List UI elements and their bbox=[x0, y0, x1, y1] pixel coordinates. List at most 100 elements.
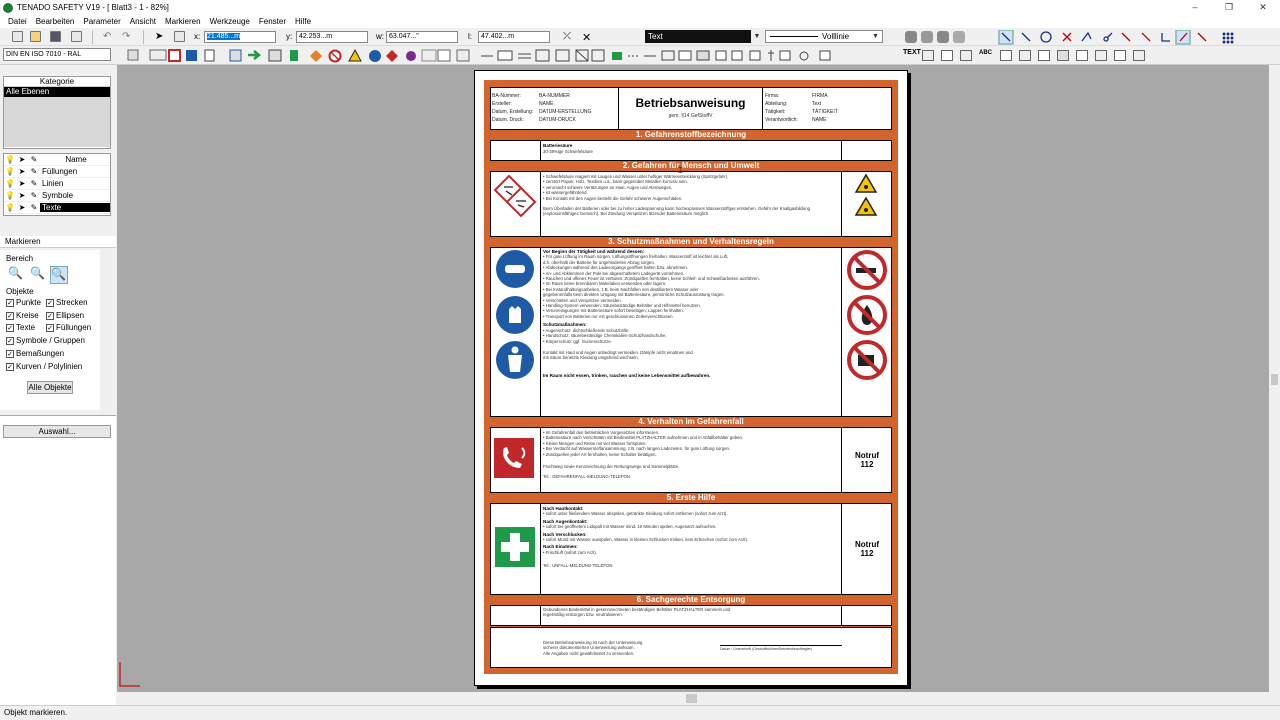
layer-panel: 💡 ➤ ✎ Name 💡 ➤ ✎ Füllungen 💡 ➤ ✎ Linien 💡 ➤ ✎ Symbol… bbox=[3, 153, 111, 216]
menu-bearbeiten[interactable]: Bearbeiten bbox=[36, 17, 75, 26]
menu-ansicht[interactable]: Ansicht bbox=[130, 17, 156, 26]
menu-datei[interactable]: Datei bbox=[8, 17, 27, 26]
alle-objekte-button[interactable]: Alle Objekte bbox=[27, 381, 73, 394]
group-icon[interactable] bbox=[905, 31, 917, 43]
abc-icon[interactable]: ABC bbox=[979, 50, 993, 61]
mandatory-frame-icon bbox=[186, 50, 197, 61]
x-label: x: bbox=[194, 32, 201, 41]
option-symbole-gruppen[interactable]: ✓ Symbole / Gruppen bbox=[6, 336, 85, 345]
betriebsanweisung-document[interactable]: BA-Nummer: BA-NUMMER Ersteller: NAME Datum… bbox=[484, 80, 898, 674]
paragraph-icon[interactable] bbox=[960, 49, 972, 61]
block-icon[interactable] bbox=[937, 31, 949, 43]
notruf-box-1: Notruf 112 bbox=[855, 451, 879, 469]
x-coordinate-input[interactable]: 21.485...m bbox=[204, 31, 276, 43]
y-coordinate-input[interactable]: 42.253...m bbox=[296, 31, 368, 43]
markieren-tab[interactable]: Markieren bbox=[0, 236, 116, 248]
horizontal-scrollbar[interactable] bbox=[116, 692, 1269, 705]
dim4-icon[interactable] bbox=[1076, 49, 1088, 61]
layer-row[interactable]: 💡 ➤ ✎ Linien bbox=[4, 178, 110, 190]
visibility-icon: 💡 bbox=[5, 191, 15, 200]
grid-tool-icon[interactable] bbox=[1222, 32, 1234, 44]
minimize-button[interactable]: – bbox=[1178, 2, 1212, 13]
no-food-icon bbox=[847, 340, 887, 380]
status-bar: Objekt markieren. bbox=[0, 705, 1280, 720]
dim2-icon[interactable] bbox=[1038, 49, 1050, 61]
cloud-tools bbox=[905, 31, 969, 43]
new-file-icon[interactable] bbox=[12, 31, 23, 42]
select-area-icon[interactable] bbox=[174, 31, 185, 42]
cancel-input-icon[interactable]: ✕ bbox=[582, 31, 593, 44]
option-fuellungen[interactable]: ✓ Füllungen bbox=[46, 323, 91, 332]
menu-fenster[interactable]: Fenster bbox=[259, 17, 286, 26]
round-icon bbox=[799, 51, 809, 61]
mirror-tool-icon bbox=[1197, 32, 1207, 42]
layer-row[interactable]: 💡 ➤ ✎ Füllungen bbox=[4, 166, 110, 178]
substance-name: Batteriesäure bbox=[543, 143, 573, 148]
save-icon[interactable] bbox=[50, 31, 61, 42]
redo-icon[interactable]: ↷ bbox=[122, 31, 133, 42]
auswahl-button[interactable]: Auswahl... bbox=[3, 425, 111, 438]
menu-werkzeuge[interactable]: Werkzeuge bbox=[210, 17, 250, 26]
dim3-icon[interactable] bbox=[1057, 49, 1069, 61]
explode-icon[interactable] bbox=[953, 31, 965, 43]
document-icon bbox=[204, 49, 215, 62]
warning-corrosive-icon bbox=[854, 173, 878, 193]
symbol-library-icon bbox=[127, 49, 139, 61]
trim-tool-icon bbox=[1121, 32, 1131, 42]
auswahl-panel bbox=[0, 415, 116, 705]
layer-row[interactable]: 💡 ➤ ✎ Symbole bbox=[4, 190, 110, 202]
dim5-icon[interactable] bbox=[1095, 49, 1107, 61]
edit-icon: ✎ bbox=[30, 191, 38, 200]
vscroll-thumb[interactable] bbox=[1271, 374, 1278, 385]
line-style-label: Volllinie bbox=[822, 32, 850, 41]
text-box-icon[interactable] bbox=[941, 49, 953, 61]
dimension-icon[interactable] bbox=[1019, 49, 1031, 61]
vertical-scrollbar[interactable] bbox=[1269, 65, 1280, 692]
dim7-icon[interactable] bbox=[1133, 49, 1145, 61]
select-cursor-icon[interactable]: ➤ bbox=[155, 31, 166, 42]
layer-row-selected[interactable]: 💡 ➤ ✎ Texte bbox=[4, 202, 110, 214]
ungroup-icon[interactable] bbox=[921, 31, 933, 43]
obj-icon bbox=[661, 50, 675, 61]
undo-icon[interactable]: ↶ bbox=[103, 31, 114, 42]
select-window-icon[interactable]: 🔍 bbox=[30, 266, 46, 282]
green-box-icon bbox=[612, 52, 622, 60]
line2-tool-icon bbox=[1021, 32, 1031, 42]
right-toolbar-2: ABC bbox=[922, 48, 1262, 62]
close-button[interactable]: ✕ bbox=[1246, 2, 1280, 13]
maximize-button[interactable]: ❐ bbox=[1212, 2, 1246, 13]
select-cross-icon[interactable]: 🔍 bbox=[50, 266, 68, 284]
open-folder-icon[interactable] bbox=[30, 31, 41, 42]
dim6-icon[interactable] bbox=[1114, 49, 1126, 61]
text-style-select[interactable]: Text ▼ bbox=[645, 30, 763, 43]
option-punkte[interactable]: ✓ Punkte bbox=[6, 298, 41, 307]
text-frame-icon[interactable] bbox=[922, 49, 934, 61]
option-texte[interactable]: ✓ Texte bbox=[6, 323, 35, 332]
select-point-icon[interactable]: 🔍 bbox=[8, 266, 24, 282]
option-bemassungen[interactable]: ✓ Bemaßungen bbox=[6, 349, 64, 358]
option-kreise[interactable]: ✓ Kreise bbox=[6, 311, 39, 320]
section-6-heading: 6. Sachgerechte Entsorgung bbox=[636, 595, 746, 604]
table3-icon[interactable] bbox=[1000, 49, 1012, 61]
length-input[interactable]: 47.402...m bbox=[478, 31, 550, 43]
option-ellipsen[interactable]: ✓ Ellipsen bbox=[46, 311, 84, 320]
norm-select[interactable]: DIN EN ISO 7010 - RAL bbox=[3, 48, 111, 61]
device4-icon bbox=[779, 50, 791, 61]
hscroll-thumb[interactable] bbox=[686, 694, 697, 703]
visibility-icon: 💡 bbox=[5, 203, 15, 212]
option-kurven-polylinien[interactable]: ✓ Kurven / Polylinien bbox=[6, 362, 82, 371]
print-icon[interactable] bbox=[71, 31, 82, 42]
edit-icon: ✎ bbox=[30, 167, 38, 176]
constrain-icon[interactable]: ⤫ bbox=[563, 31, 574, 42]
line-style-select[interactable]: Volllinie ▼ bbox=[765, 30, 883, 43]
app-logo-icon bbox=[3, 2, 13, 13]
menu-hilfe[interactable]: Hilfe bbox=[295, 17, 311, 26]
menu-parameter[interactable]: Parameter bbox=[83, 17, 120, 26]
text-tool-button[interactable]: TEXT bbox=[903, 49, 921, 56]
layer-header: 💡 ➤ ✎ Name bbox=[4, 154, 110, 166]
option-strecken[interactable]: ✓ Strecken bbox=[46, 298, 88, 307]
kategorie-item-alle-ebenen[interactable]: Alle Ebenen bbox=[4, 87, 110, 97]
width-input[interactable]: 63.047..." bbox=[386, 31, 458, 43]
menu-markieren[interactable]: Markieren bbox=[165, 17, 201, 26]
signature-line bbox=[720, 645, 842, 646]
